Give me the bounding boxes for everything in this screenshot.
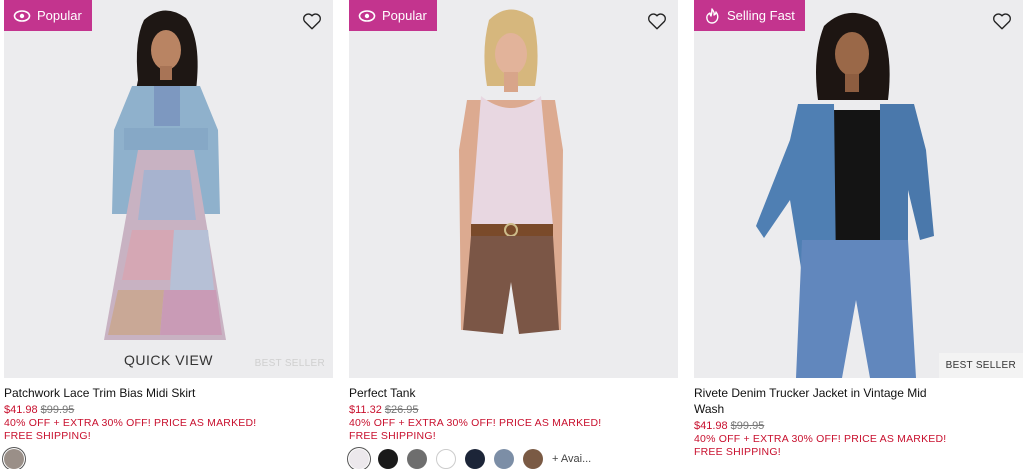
shipping-text: FREE SHIPPING!	[349, 430, 436, 442]
product-card[interactable]: Popular QUICK VIEW BEST SELLER Patchwork…	[4, 0, 333, 469]
best-seller-label: BEST SELLER	[254, 358, 325, 369]
product-name[interactable]: Rivete Denim Trucker Jacket in Vintage M…	[694, 385, 954, 417]
sale-price: $41.98	[694, 420, 728, 432]
product-photo-tank	[349, 0, 678, 378]
color-swatch[interactable]	[349, 449, 369, 469]
sale-price: $11.32	[349, 404, 382, 416]
shipping-text: FREE SHIPPING!	[694, 446, 781, 458]
product-image[interactable]: Popular	[349, 0, 678, 378]
more-colors-link[interactable]: + Avai...	[552, 453, 591, 465]
badge-label: Popular	[37, 8, 82, 23]
price: $41.98 $99.95	[4, 404, 333, 417]
price: $11.32 $26.95	[349, 404, 678, 417]
promo-text: 40% OFF + EXTRA 30% OFF! PRICE AS MARKED…	[349, 417, 602, 429]
popular-badge: Popular	[4, 0, 92, 31]
color-swatch[interactable]	[378, 449, 398, 469]
flame-icon	[703, 7, 721, 25]
eye-icon	[13, 7, 31, 25]
product-photo-skirt	[4, 0, 333, 378]
product-card[interactable]: Popular Perfect Tank $11.32 $26.95 40% OF…	[349, 0, 678, 469]
promo-text: 40% OFF + EXTRA 30% OFF! PRICE AS MARKED…	[4, 417, 257, 429]
color-swatch[interactable]	[4, 449, 24, 469]
product-card[interactable]: Selling Fast BEST SELLER Rivete Denim Tr…	[694, 0, 1023, 459]
product-name[interactable]: Perfect Tank	[349, 385, 678, 401]
sale-price: $41.98	[4, 404, 38, 416]
product-photo-jacket	[694, 0, 1023, 378]
selling-fast-badge: Selling Fast	[694, 0, 805, 31]
original-price: $26.95	[384, 404, 419, 416]
shipping-text: FREE SHIPPING!	[4, 430, 91, 442]
badge-label: Popular	[382, 8, 427, 23]
heart-icon[interactable]	[991, 10, 1013, 32]
eye-icon	[358, 7, 376, 25]
heart-icon[interactable]	[301, 10, 323, 32]
promo-text: 40% OFF + EXTRA 30% OFF! PRICE AS MARKED…	[694, 433, 947, 445]
color-swatch[interactable]	[465, 449, 485, 469]
color-swatch[interactable]	[407, 449, 427, 469]
color-swatches: + Avai...	[349, 449, 678, 469]
original-price: $99.95	[40, 404, 75, 416]
badge-label: Selling Fast	[727, 8, 795, 23]
heart-icon[interactable]	[646, 10, 668, 32]
color-swatch[interactable]	[494, 449, 514, 469]
color-swatch[interactable]	[436, 449, 456, 469]
product-name[interactable]: Patchwork Lace Trim Bias Midi Skirt	[4, 385, 333, 401]
popular-badge: Popular	[349, 0, 437, 31]
color-swatch[interactable]	[523, 449, 543, 469]
original-price: $99.95	[730, 420, 765, 432]
price: $41.98 $99.95	[694, 420, 1023, 433]
color-swatches	[4, 449, 333, 469]
product-image[interactable]: Popular QUICK VIEW BEST SELLER	[4, 0, 333, 378]
product-image[interactable]: Selling Fast BEST SELLER	[694, 0, 1023, 378]
best-seller-badge: BEST SELLER	[938, 353, 1023, 378]
